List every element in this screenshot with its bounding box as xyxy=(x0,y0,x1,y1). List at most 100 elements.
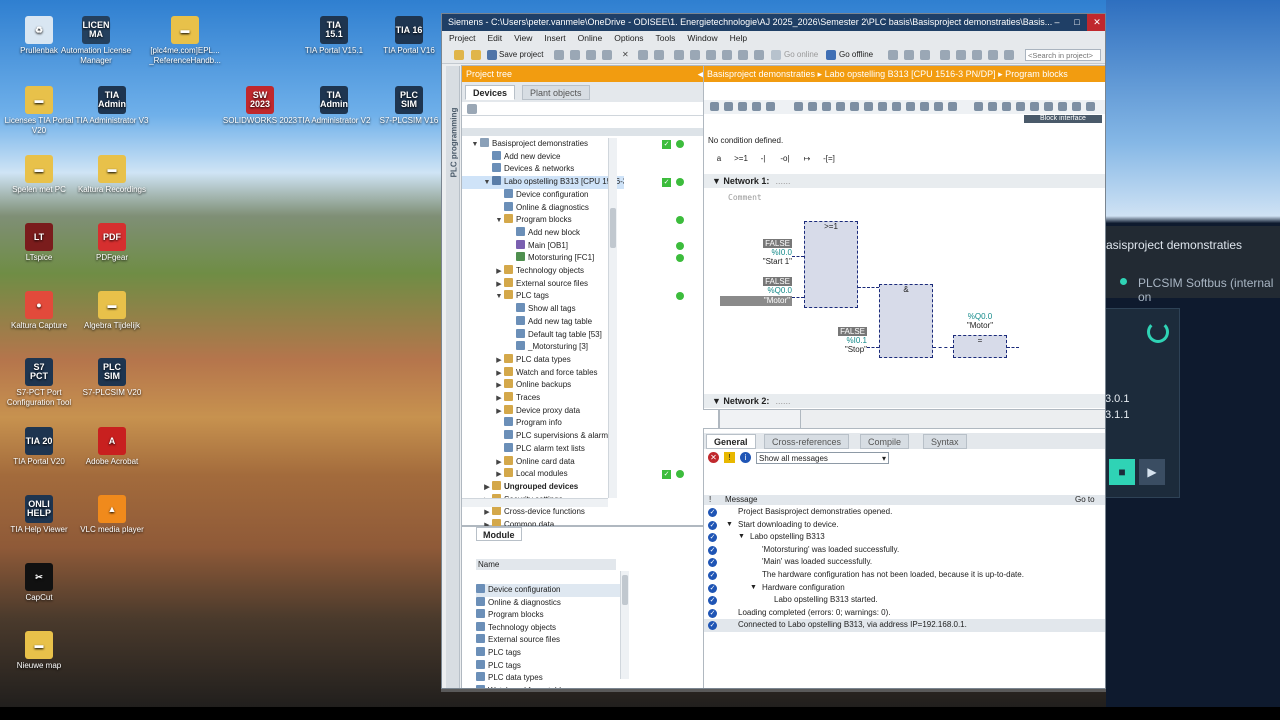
tree-toggle-icon[interactable]: ▼ xyxy=(494,291,504,303)
window-titlebar[interactable]: Siemens - C:\Users\peter.vanmele\OneDriv… xyxy=(442,14,1105,31)
desktop-icon[interactable]: TIA 15.1 TIA Portal V15.1 xyxy=(295,16,373,56)
maximize-button[interactable]: □ xyxy=(1067,14,1087,31)
menu-item[interactable]: View xyxy=(507,31,537,46)
desktop-icon[interactable]: ▲ VLC media player xyxy=(73,495,151,535)
tab-module[interactable]: Module xyxy=(476,527,522,541)
tree-item[interactable]: ▶ Online backups xyxy=(462,379,624,392)
message-toggle-icon[interactable]: ▼ xyxy=(738,531,745,544)
desktop-icon[interactable]: TIA 16 TIA Portal V16 xyxy=(370,16,448,56)
tree-toggle-icon[interactable]: ▶ xyxy=(494,406,504,418)
tree-toggle-icon[interactable]: ▶ xyxy=(482,507,492,519)
warning-filter-icon[interactable]: ! xyxy=(724,452,735,463)
details-item[interactable]: Technology objects xyxy=(476,621,621,635)
message-row[interactable]: ✓ Labo opstelling B313 started. xyxy=(704,594,1105,607)
simulation-icon[interactable] xyxy=(738,50,748,60)
tree-scrollbar[interactable] xyxy=(608,138,617,498)
message-filter-select[interactable]: Show all messages ▾ xyxy=(756,452,889,464)
tree-item[interactable]: PLC supervisions & alarms xyxy=(462,430,624,443)
tree-item[interactable]: Default tag table [53] xyxy=(462,328,624,342)
tree-toggle-icon[interactable]: ▶ xyxy=(494,266,504,278)
desktop-icon[interactable]: TIA 20 TIA Portal V20 xyxy=(0,427,78,467)
motor-operand[interactable]: FALSE %Q0.0 xyxy=(744,277,792,295)
go-online-icon[interactable] xyxy=(771,50,781,60)
stop-operand[interactable]: FALSE %I0.1 "Stop" xyxy=(819,327,867,354)
tree-item[interactable]: ▶ Online card data xyxy=(462,455,624,469)
inspector-tab[interactable]: Compile xyxy=(860,434,910,449)
details-item[interactable]: PLC tags xyxy=(476,647,621,660)
search-input[interactable] xyxy=(1025,49,1101,61)
tree-item[interactable]: ▼ Labo opstelling B313 [CPU 1516-3 PN/DP] xyxy=(462,176,624,189)
inspector-tab[interactable]: Cross-references xyxy=(764,434,850,449)
save-icon[interactable] xyxy=(487,50,497,60)
message-toggle-icon[interactable]: ▼ xyxy=(726,519,733,532)
ladder-tool-button[interactable]: ↦ xyxy=(796,154,818,163)
ladder-tool-button[interactable]: >=1 xyxy=(730,154,752,163)
split-icon[interactable] xyxy=(674,50,684,60)
message-row[interactable]: ✓ Connected to Labo opstelling B313, via … xyxy=(704,619,1105,632)
message-row[interactable]: ✓ 'Motorsturing' was loaded successfully. xyxy=(704,544,1105,557)
info-filter-icon[interactable]: i xyxy=(740,452,751,463)
copy-icon[interactable] xyxy=(586,50,596,60)
stop-button[interactable]: ■ xyxy=(1109,459,1135,485)
details-item[interactable]: PLC data types xyxy=(476,672,621,685)
tree-item[interactable]: ▶ Traces xyxy=(462,392,624,405)
message-row[interactable]: ✓ ▼ Start downloading to device. xyxy=(704,519,1105,532)
inspector-tab[interactable]: Syntax xyxy=(923,434,967,449)
tree-item[interactable]: ▶ Device proxy data xyxy=(462,404,624,418)
desktop-icon[interactable]: S7 PCT S7-PCT Port Configuration Tool xyxy=(0,358,78,408)
tree-toggle-icon[interactable]: ▶ xyxy=(494,380,504,392)
details-item[interactable]: PLC tags xyxy=(476,659,621,673)
desktop-icon[interactable]: LICEN MA Automation License Manager xyxy=(57,16,135,66)
split-editor-h-icon[interactable] xyxy=(940,50,950,60)
tree-item[interactable]: _Motorsturing [3] xyxy=(462,341,624,354)
desktop-icon[interactable]: TIA Admin TIA Administrator V3 xyxy=(73,86,151,126)
tree-toggle-icon[interactable]: ▶ xyxy=(482,482,492,494)
desktop-icon[interactable]: A Adobe Acrobat xyxy=(73,427,151,467)
menu-item[interactable]: Tools xyxy=(649,31,681,46)
message-row[interactable]: ✓ The hardware configuration has not been… xyxy=(704,569,1105,582)
monitor-icon[interactable] xyxy=(754,50,764,60)
network-2-header[interactable]: ▼ Network 2:...... xyxy=(704,394,1105,408)
assign-coil[interactable]: = xyxy=(953,335,1007,358)
delete-icon[interactable]: ✕ xyxy=(622,49,629,61)
desktop-icon[interactable]: TIA Admin TIA Administrator V2 xyxy=(295,86,373,126)
desktop-icon[interactable]: PLC SIM S7-PLCSIM V16 xyxy=(370,86,448,126)
download-icon[interactable] xyxy=(706,50,716,60)
tree-toggle-icon[interactable]: ▶ xyxy=(494,368,504,380)
tree-toggle-icon[interactable]: ▶ xyxy=(494,469,504,481)
details-scrollbar[interactable] xyxy=(620,571,629,679)
message-row[interactable]: ✓ Project Basisproject demonstraties open… xyxy=(704,506,1105,519)
tree-item[interactable]: ▶ Technology objects xyxy=(462,265,624,278)
menu-item[interactable]: Window xyxy=(680,31,722,46)
tree-hscrollbar[interactable] xyxy=(462,498,608,507)
message-row[interactable]: ✓ ▼ Labo opstelling B313 xyxy=(704,531,1105,544)
print-icon[interactable] xyxy=(554,50,564,60)
go-offline-button[interactable]: Go offline xyxy=(839,49,873,61)
upload-icon[interactable] xyxy=(722,50,732,60)
tree-item[interactable]: ▶ Ungrouped devices xyxy=(462,480,624,494)
tree-toggle-icon[interactable]: ▼ xyxy=(482,177,492,189)
message-row[interactable]: ✓ ▼ Hardware configuration xyxy=(704,582,1105,595)
menu-item[interactable]: Edit xyxy=(480,31,507,46)
tree-toggle-icon[interactable]: ▼ xyxy=(470,139,480,151)
tree-item[interactable]: Add new device xyxy=(462,150,624,164)
paste-icon[interactable] xyxy=(602,50,612,60)
tree-item[interactable]: ▶ Cross-device functions xyxy=(462,506,624,519)
tree-item[interactable]: ▶ Local modules xyxy=(462,468,624,481)
menu-item[interactable]: Online xyxy=(571,31,608,46)
and-block[interactable]: & xyxy=(879,284,933,358)
tree-item[interactable]: ▼ Basisproject demonstraties xyxy=(462,138,624,151)
output-operand[interactable]: %Q0.0 "Motor" xyxy=(956,312,1004,330)
tree-item[interactable]: Devices & networks xyxy=(462,163,624,176)
tree-item[interactable]: Device configuration xyxy=(462,188,624,202)
layout-2-icon[interactable] xyxy=(988,50,998,60)
tree-item[interactable]: Main [OB1] xyxy=(462,239,624,253)
details-item[interactable]: Online & diagnostics xyxy=(476,596,621,610)
layout-3-icon[interactable] xyxy=(1004,50,1014,60)
tree-toggle-icon[interactable]: ▶ xyxy=(494,393,504,405)
desktop-icon[interactable]: PDF PDFgear xyxy=(73,223,151,263)
desktop-icon[interactable]: LT LTspice xyxy=(0,223,78,263)
tree-item[interactable]: Motorsturing [FC1] xyxy=(462,252,624,265)
desktop-icon[interactable]: ONLI HELP TIA Help Viewer xyxy=(0,495,78,535)
desktop-icon[interactable]: ▬ [plc4me.com]EPL... _ReferenceHandb... xyxy=(146,16,224,66)
